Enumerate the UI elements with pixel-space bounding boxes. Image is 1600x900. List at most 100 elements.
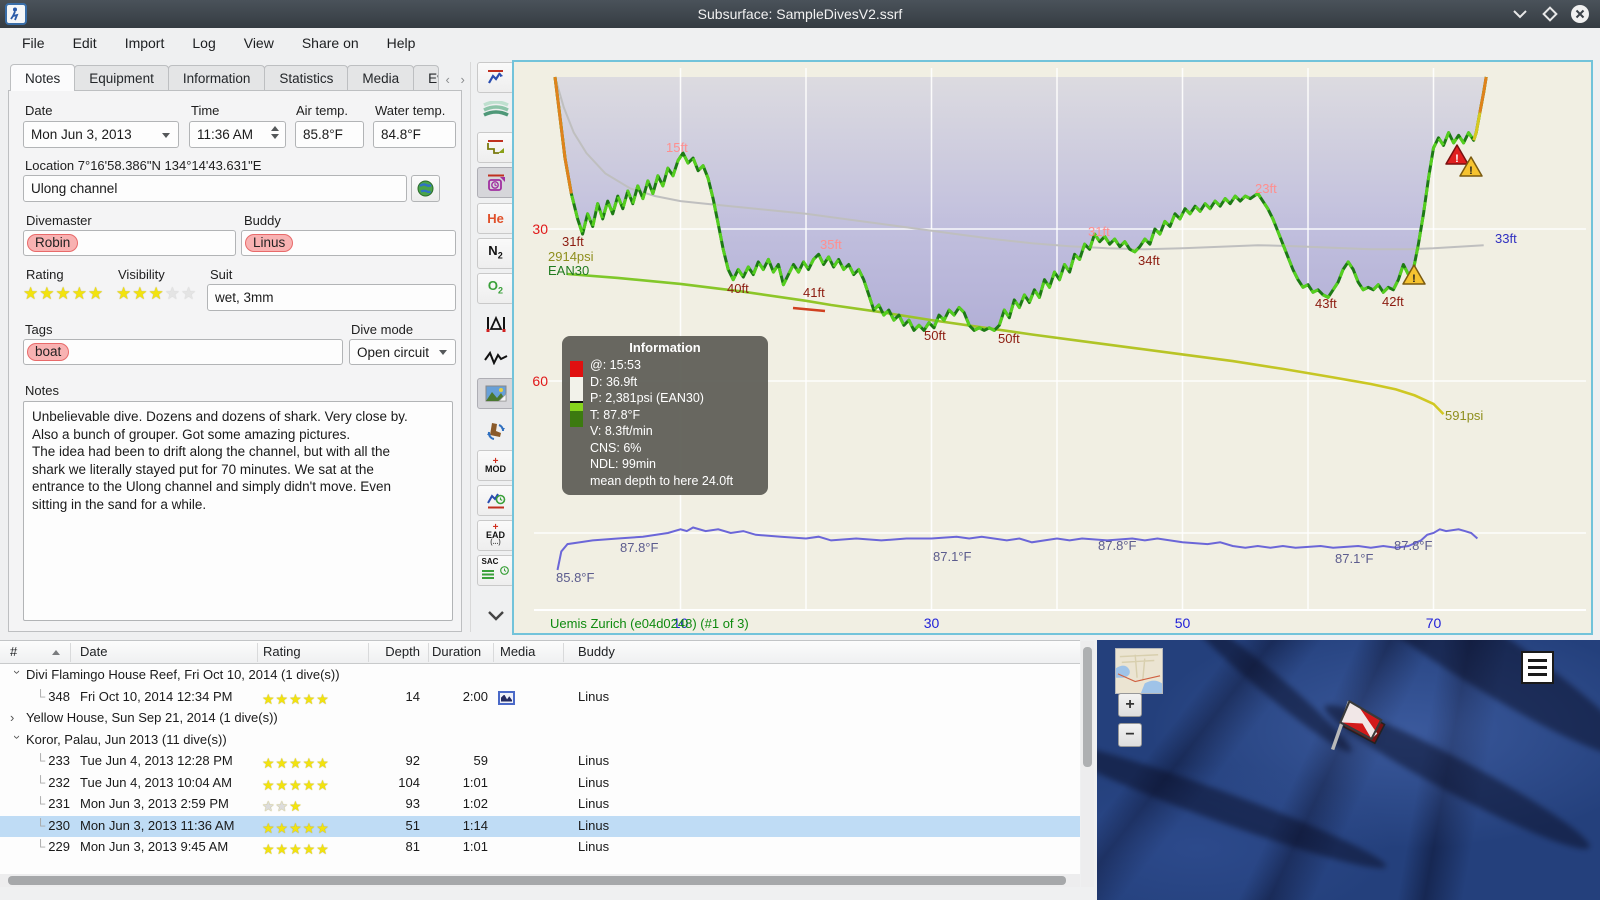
- oxygen-toggle-button[interactable]: O2: [477, 273, 514, 304]
- scrollbar-handle[interactable]: [8, 876, 1066, 885]
- sac-toggle-button[interactable]: SAC: [477, 555, 514, 586]
- minimap-thumbnail[interactable]: [1115, 648, 1163, 694]
- menu-log[interactable]: Log: [180, 31, 227, 55]
- nitrogen-toggle-button[interactable]: N2: [477, 238, 514, 269]
- dive-computer-button[interactable]: [477, 62, 514, 93]
- menu-import[interactable]: Import: [113, 31, 177, 55]
- air-temp-field[interactable]: 85.8°F: [295, 121, 364, 148]
- dive-mode-select[interactable]: Open circuit: [349, 339, 456, 365]
- trip-group-row[interactable]: › Koror, Palau, Jun 2013 (11 dive(s)): [0, 730, 1080, 752]
- spinner-arrows-icon[interactable]: [271, 126, 279, 139]
- divemaster-chip[interactable]: Robin: [27, 234, 79, 252]
- svg-text:87.1°F: 87.1°F: [933, 549, 972, 564]
- trip-group-row[interactable]: › Yellow House, Sun Sep 21, 2014 (1 dive(…: [0, 708, 1080, 730]
- buddy-chip[interactable]: Linus: [245, 234, 294, 252]
- expander-icon[interactable]: ›: [10, 710, 14, 725]
- menu-help[interactable]: Help: [375, 31, 428, 55]
- dive-row[interactable]: └ 348 Fri Oct 10, 2014 12:34 PM ★★★★★ 14 2:00…: [0, 687, 1080, 709]
- profile-info-tooltip: Information @: 15:53 D: 36.9ft P: 2,381p…: [562, 336, 768, 495]
- minimize-button[interactable]: [1510, 4, 1530, 24]
- divemaster-input[interactable]: Robin: [23, 230, 236, 256]
- toolbar-separator: [470, 62, 471, 632]
- globe-button[interactable]: [411, 175, 440, 202]
- map-zoom-out-button[interactable]: −: [1118, 723, 1142, 747]
- delta-toggle-button[interactable]: [477, 308, 514, 339]
- svg-text:60: 60: [532, 373, 548, 389]
- dive-depth: 104: [398, 774, 420, 790]
- tag-chip[interactable]: boat: [27, 343, 70, 361]
- tab-notes[interactable]: Notes: [10, 64, 76, 91]
- tab-scroll-left-icon[interactable]: ‹: [440, 67, 455, 91]
- waves-button[interactable]: [477, 93, 514, 124]
- time-spinbox[interactable]: 11:36 AM: [189, 121, 286, 148]
- tab-equipment[interactable]: Equipment: [74, 65, 169, 91]
- svg-text:70: 70: [1426, 615, 1442, 631]
- visibility-stars[interactable]: ★★★★★: [116, 284, 197, 304]
- suit-input[interactable]: wet, 3mm: [207, 284, 456, 311]
- tab-statistics[interactable]: Statistics: [264, 65, 349, 91]
- toolbar-more-button[interactable]: [477, 600, 514, 631]
- vertical-scrollbar[interactable]: [1081, 641, 1094, 887]
- deco-info-button[interactable]: [477, 485, 514, 516]
- col-depth[interactable]: Depth: [368, 644, 420, 659]
- expander-icon[interactable]: ›: [10, 670, 25, 674]
- col-media[interactable]: Media: [500, 644, 535, 659]
- col-buddy[interactable]: Buddy: [578, 644, 615, 659]
- chevron-down-icon: [487, 610, 504, 621]
- date-combobox[interactable]: Mon Jun 3, 2013: [23, 121, 179, 148]
- map-zoom-in-button[interactable]: +: [1118, 693, 1142, 717]
- tab-scroll-right-icon[interactable]: ›: [455, 67, 470, 91]
- buddy-input[interactable]: Linus: [241, 230, 456, 256]
- svg-text:87.8°F: 87.8°F: [1394, 538, 1433, 553]
- menu-edit[interactable]: Edit: [61, 31, 109, 55]
- menu-bar: File Edit Import Log View Share on Help: [0, 28, 1600, 58]
- heartrate-toggle-button[interactable]: [477, 342, 514, 373]
- col-date[interactable]: Date: [80, 644, 107, 659]
- map-layers-button[interactable]: [1521, 651, 1554, 684]
- air-temp-label: Air temp.: [296, 103, 349, 118]
- dive-row[interactable]: └ 229 Mon Jun 3, 2013 9:45 AM ★★★★★ 81 1:01 Li…: [0, 837, 1080, 859]
- tab-media[interactable]: Media: [347, 65, 415, 91]
- tab-information[interactable]: Information: [167, 65, 266, 91]
- col-number[interactable]: #: [10, 644, 17, 659]
- menu-share-on[interactable]: Share on: [290, 31, 371, 55]
- scrollbar-handle[interactable]: [1083, 647, 1092, 767]
- dive-mode-toggle-button[interactable]: [477, 415, 514, 446]
- mod-toggle-button[interactable]: + MOD: [477, 450, 514, 481]
- tags-input[interactable]: boat: [23, 339, 343, 365]
- close-button[interactable]: [1570, 4, 1590, 24]
- dive-list-header[interactable]: # Date Rating Depth Duration Media Buddy: [0, 641, 1080, 664]
- dive-site-map[interactable]: + −: [1097, 640, 1600, 900]
- sort-asc-icon: [52, 650, 60, 655]
- water-temp-field[interactable]: 84.8°F: [373, 121, 456, 148]
- mod-icon: + MOD: [485, 456, 506, 474]
- menu-file[interactable]: File: [10, 31, 57, 55]
- buddy-label: Buddy: [244, 213, 281, 228]
- location-input[interactable]: Ulong channel: [23, 175, 407, 202]
- dive-row[interactable]: └ 232 Tue Jun 4, 2013 10:04 AM ★★★★★ 104 1:01…: [0, 773, 1080, 795]
- col-rating[interactable]: Rating: [263, 644, 301, 659]
- sac-icon: SAC: [481, 557, 510, 584]
- expander-icon[interactable]: ›: [10, 735, 25, 739]
- helium-toggle-button[interactable]: He: [477, 203, 514, 234]
- ead-toggle-button[interactable]: + EAD (...): [477, 520, 514, 551]
- menu-view[interactable]: View: [232, 31, 286, 55]
- tab-events[interactable]: Events: [413, 65, 440, 91]
- dive-row[interactable]: └ 230 Mon Jun 3, 2013 11:36 AM ★★★★★ 51 1:14 L…: [0, 815, 1080, 837]
- ceiling-toggle-button[interactable]: [477, 167, 514, 198]
- col-duration[interactable]: Duration: [432, 644, 481, 659]
- photos-toggle-button[interactable]: [477, 378, 514, 409]
- profile-scale-button[interactable]: [477, 132, 514, 163]
- horizontal-scrollbar[interactable]: [0, 874, 1080, 887]
- photo-icon: [485, 385, 506, 402]
- dive-row[interactable]: └ 231 Mon Jun 3, 2013 2:59 PM ★★★ ★★ 93 1:02 Li…: [0, 794, 1080, 816]
- dive-duration: 1:01: [462, 839, 488, 854]
- dive-row[interactable]: └ 233 Tue Jun 4, 2013 12:28 PM ★★★★★ 92 59 Lin…: [0, 751, 1080, 773]
- dive-buddy: Linus: [578, 796, 610, 811]
- dive-flag-marker[interactable]: [1318, 690, 1400, 764]
- maximize-button[interactable]: [1540, 4, 1560, 24]
- trip-group-row[interactable]: › Divi Flamingo House Reef, Fri Oct 10, 2…: [0, 665, 1080, 687]
- dive-profile-chart[interactable]: 10 30 50 70 30 60 31ft 2914psi EAN30 15ft 40ft 41ft…: [512, 60, 1593, 635]
- notes-textarea[interactable]: Unbelievable dive. Dozens and dozens of …: [23, 401, 453, 621]
- rating-stars[interactable]: ★★★★★: [23, 284, 104, 304]
